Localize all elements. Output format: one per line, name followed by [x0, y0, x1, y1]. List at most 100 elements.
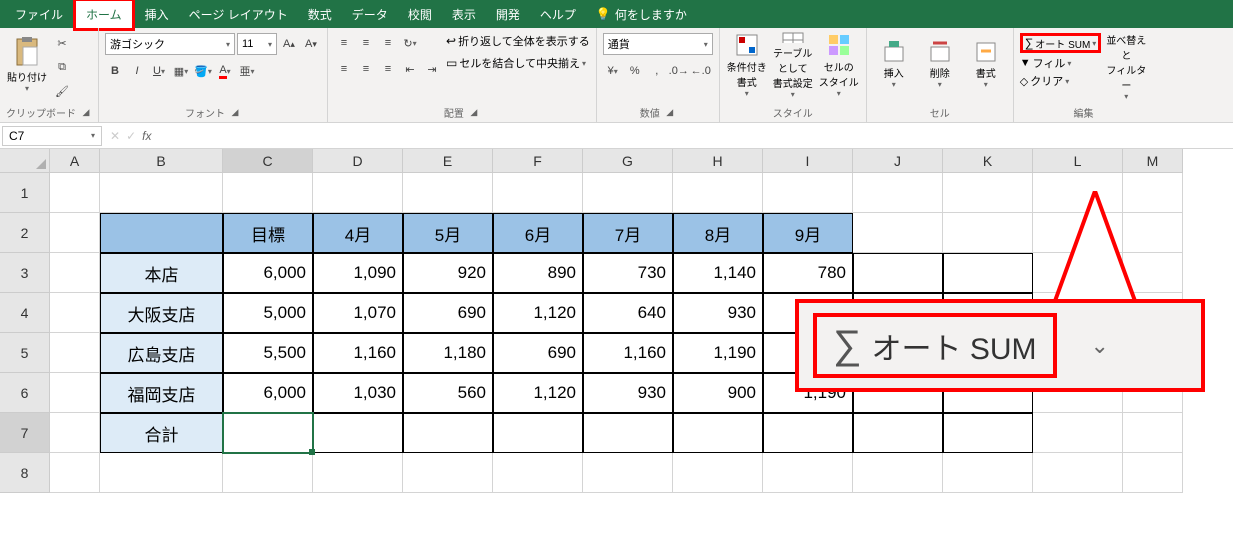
enter-icon[interactable]: ✓: [126, 129, 136, 143]
cell[interactable]: [943, 453, 1033, 493]
col-header-c[interactable]: C: [223, 149, 313, 173]
percent-button[interactable]: %: [625, 61, 645, 81]
cell[interactable]: 1,090: [313, 253, 403, 293]
cell[interactable]: 5,500: [223, 333, 313, 373]
cell[interactable]: [673, 413, 763, 453]
cell[interactable]: [583, 173, 673, 213]
autosum-button[interactable]: ∑ オート SUM ▾: [1020, 33, 1102, 53]
cell[interactable]: [583, 413, 673, 453]
col-header-h[interactable]: H: [673, 149, 763, 173]
cell[interactable]: [100, 213, 223, 253]
fill-button[interactable]: ▼フィル▾: [1020, 55, 1102, 71]
cell[interactable]: [313, 173, 403, 213]
row-header-5[interactable]: 5: [0, 333, 50, 373]
format-as-table-button[interactable]: テーブルとして 書式設定▾: [772, 31, 814, 99]
conditional-format-button[interactable]: 条件付き 書式▾: [726, 31, 768, 99]
row-header-3[interactable]: 3: [0, 253, 50, 293]
row-header-2[interactable]: 2: [0, 213, 50, 253]
cell[interactable]: [943, 173, 1033, 213]
col-header-b[interactable]: B: [100, 149, 223, 173]
menu-data[interactable]: データ: [342, 1, 398, 28]
cell[interactable]: 1,180: [403, 333, 493, 373]
format-painter-button[interactable]: 🖌: [52, 81, 72, 101]
cell[interactable]: [50, 173, 100, 213]
cell[interactable]: 目標: [223, 213, 313, 253]
cell[interactable]: [853, 173, 943, 213]
menu-review[interactable]: 校閲: [398, 1, 442, 28]
cell[interactable]: [403, 413, 493, 453]
cell[interactable]: 1,120: [493, 293, 583, 333]
cancel-icon[interactable]: ✕: [110, 129, 120, 143]
cell[interactable]: [50, 413, 100, 453]
cell[interactable]: [1033, 453, 1123, 493]
col-header-f[interactable]: F: [493, 149, 583, 173]
cell[interactable]: 690: [403, 293, 493, 333]
cell[interactable]: 930: [583, 373, 673, 413]
col-header-i[interactable]: I: [763, 149, 853, 173]
clear-button[interactable]: ◇クリア▾: [1020, 73, 1102, 89]
copy-button[interactable]: ⧉: [52, 57, 72, 77]
cell[interactable]: [853, 453, 943, 493]
cell[interactable]: [50, 293, 100, 333]
border-button[interactable]: ▦▾: [171, 61, 191, 81]
cell[interactable]: 1,160: [583, 333, 673, 373]
insert-cells-button[interactable]: 挿入▾: [873, 31, 915, 99]
cell[interactable]: [493, 453, 583, 493]
cell[interactable]: 690: [493, 333, 583, 373]
col-header-e[interactable]: E: [403, 149, 493, 173]
row-header-7[interactable]: 7: [0, 413, 50, 453]
name-box[interactable]: C7 ▾: [2, 126, 102, 146]
wrap-text-button[interactable]: ↩ 折り返して全体を表示する: [446, 33, 590, 49]
cell[interactable]: 1,140: [673, 253, 763, 293]
cell[interactable]: [100, 453, 223, 493]
cut-button[interactable]: ✂: [52, 33, 72, 53]
menu-view[interactable]: 表示: [442, 1, 486, 28]
tell-me[interactable]: 💡 何をしますか: [586, 1, 697, 28]
align-bottom-button[interactable]: ≡: [378, 33, 398, 53]
menu-help[interactable]: ヘルプ: [530, 1, 586, 28]
dialog-launcher-icon[interactable]: ◢: [664, 107, 676, 119]
phonetic-button[interactable]: 亜▾: [237, 61, 257, 81]
select-all-corner[interactable]: [0, 149, 50, 173]
cell[interactable]: 6,000: [223, 253, 313, 293]
decrease-font-button[interactable]: A▾: [301, 34, 321, 54]
cell[interactable]: [493, 173, 583, 213]
decrease-decimal-button[interactable]: ←.0: [691, 61, 711, 81]
bold-button[interactable]: B: [105, 61, 125, 81]
cell[interactable]: 5月: [403, 213, 493, 253]
fill-color-button[interactable]: 🪣▾: [193, 61, 213, 81]
font-size-combo[interactable]: 11▾: [237, 33, 277, 55]
format-cells-button[interactable]: 書式▾: [965, 31, 1007, 99]
cell[interactable]: 6月: [493, 213, 583, 253]
merge-center-button[interactable]: ▭ セルを結合して中央揃え ▾: [446, 55, 590, 71]
menu-insert[interactable]: 挿入: [135, 1, 179, 28]
cell[interactable]: [50, 253, 100, 293]
cell[interactable]: 本店: [100, 253, 223, 293]
cell[interactable]: 1,160: [313, 333, 403, 373]
align-center-button[interactable]: ≡: [356, 59, 376, 79]
increase-font-button[interactable]: A▴: [279, 34, 299, 54]
italic-button[interactable]: I: [127, 61, 147, 81]
align-middle-button[interactable]: ≡: [356, 33, 376, 53]
cell[interactable]: 6,000: [223, 373, 313, 413]
cell[interactable]: 890: [493, 253, 583, 293]
cell[interactable]: 4月: [313, 213, 403, 253]
cell[interactable]: [943, 213, 1033, 253]
cell[interactable]: [763, 453, 853, 493]
cell[interactable]: [100, 173, 223, 213]
cell[interactable]: [493, 413, 583, 453]
font-name-combo[interactable]: 游ゴシック▾: [105, 33, 235, 55]
cell[interactable]: 福岡支店: [100, 373, 223, 413]
cell[interactable]: [50, 373, 100, 413]
number-format-combo[interactable]: 通貨▾: [603, 33, 713, 55]
dialog-launcher-icon[interactable]: ◢: [80, 107, 92, 119]
paste-button[interactable]: 貼り付け ▾: [6, 31, 48, 99]
cell[interactable]: 1,030: [313, 373, 403, 413]
cell[interactable]: [853, 253, 943, 293]
underline-button[interactable]: U▾: [149, 61, 169, 81]
cell-active[interactable]: [223, 413, 313, 453]
cell[interactable]: [763, 173, 853, 213]
cell[interactable]: 1,190: [673, 333, 763, 373]
decrease-indent-button[interactable]: ⇤: [400, 59, 420, 79]
col-header-j[interactable]: J: [853, 149, 943, 173]
